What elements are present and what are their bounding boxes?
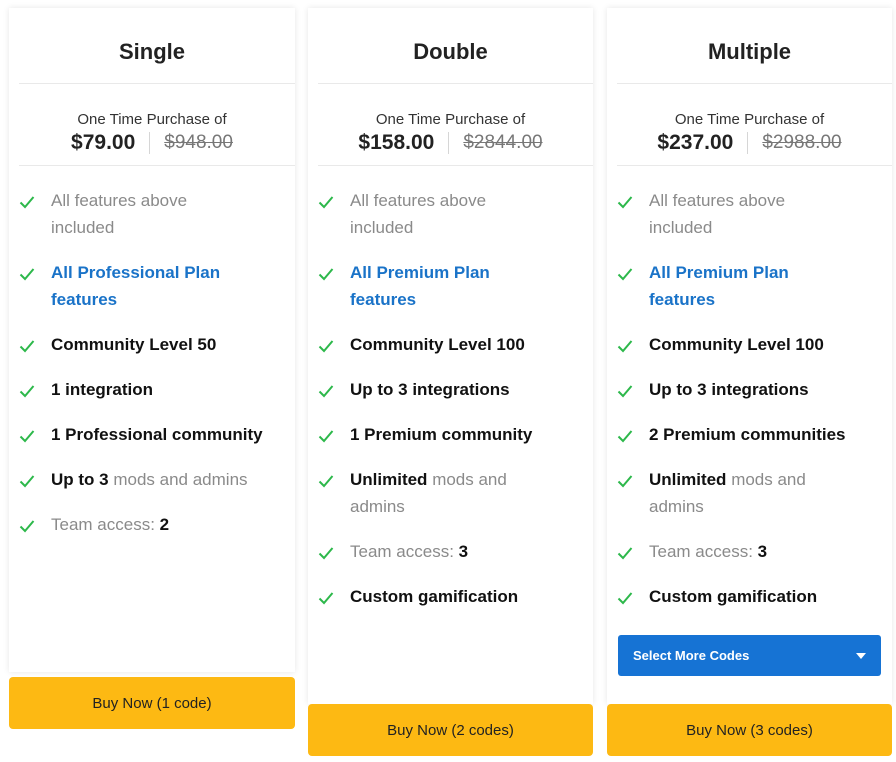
feature-item: Unlimited mods and admins xyxy=(318,470,587,520)
feature-item: Up to 3 mods and admins xyxy=(19,470,289,493)
check-icon xyxy=(617,547,633,560)
feature-item: All features above included xyxy=(318,191,587,241)
feature-item: Team access: 3 xyxy=(318,542,587,565)
caret-down-icon xyxy=(856,652,866,659)
check-icon xyxy=(318,268,334,281)
feature-item: Community Level 100 xyxy=(318,335,587,358)
buy-now-button[interactable]: Buy Now (3 codes) xyxy=(607,704,892,756)
price-row: $79.00 $948.00 xyxy=(9,130,295,156)
feature-item: 1 integration xyxy=(19,380,289,403)
feature-item: All Premium Plan features xyxy=(318,263,587,313)
check-icon xyxy=(318,340,334,353)
divider xyxy=(318,165,593,166)
divider xyxy=(19,165,295,166)
check-icon xyxy=(617,268,633,281)
check-icon xyxy=(19,268,35,281)
check-icon xyxy=(318,592,334,605)
check-icon xyxy=(19,475,35,488)
feature-item: 1 Professional community xyxy=(19,425,289,448)
price-separator xyxy=(448,132,450,154)
plan-card-single: Single One Time Purchase of $79.00 $948.… xyxy=(9,8,295,672)
check-icon xyxy=(617,475,633,488)
check-icon xyxy=(19,385,35,398)
check-icon xyxy=(318,196,334,209)
check-icon xyxy=(617,592,633,605)
price-label: One Time Purchase of xyxy=(674,111,825,128)
plan-title: Double xyxy=(413,39,488,64)
feature-item: Custom gamification xyxy=(318,587,587,610)
price-row: $158.00 $2844.00 xyxy=(308,130,593,156)
check-icon xyxy=(617,340,633,353)
feature-item: All features above included xyxy=(617,191,886,241)
feature-link[interactable]: All Premium Plan xyxy=(350,263,490,282)
check-icon xyxy=(19,340,35,353)
divider xyxy=(617,83,892,84)
feature-item: 2 Premium communities xyxy=(617,425,886,448)
check-icon xyxy=(318,430,334,443)
price-separator xyxy=(747,132,749,154)
feature-item: All Professional Plan features xyxy=(19,263,289,313)
feature-item: Community Level 100 xyxy=(617,335,886,358)
divider xyxy=(19,83,295,84)
buy-now-button[interactable]: Buy Now (1 code) xyxy=(9,677,295,729)
plan-title: Multiple xyxy=(707,39,792,64)
price-label: One Time Purchase of xyxy=(375,111,526,128)
select-label: Select More Codes xyxy=(633,648,750,663)
current-price: $237.00 xyxy=(657,131,734,154)
divider xyxy=(617,165,892,166)
price-separator xyxy=(149,132,151,154)
current-price: $79.00 xyxy=(71,131,136,154)
price-row: $237.00 $2988.00 xyxy=(607,130,892,156)
check-icon xyxy=(617,196,633,209)
buy-now-button[interactable]: Buy Now (2 codes) xyxy=(308,704,593,756)
original-price: $2988.00 xyxy=(762,132,842,153)
check-icon xyxy=(19,430,35,443)
feature-link[interactable]: All Premium Plan xyxy=(649,263,789,282)
check-icon xyxy=(19,520,35,533)
feature-item: Team access: 2 xyxy=(19,515,289,538)
feature-item: Up to 3 integrations xyxy=(617,380,886,403)
feature-item: Community Level 50 xyxy=(19,335,289,358)
check-icon xyxy=(318,385,334,398)
feature-item: All Premium Plan features xyxy=(617,263,886,313)
feature-link[interactable]: features xyxy=(649,290,715,309)
check-icon xyxy=(318,547,334,560)
feature-item: All features above included xyxy=(19,191,289,241)
feature-item: 1 Premium community xyxy=(318,425,587,448)
feature-item: Up to 3 integrations xyxy=(318,380,587,403)
feature-link[interactable]: features xyxy=(350,290,416,309)
check-icon xyxy=(617,385,633,398)
price-label: One Time Purchase of xyxy=(77,111,227,128)
divider xyxy=(318,83,593,84)
feature-link[interactable]: features xyxy=(51,290,117,309)
feature-item: Unlimited mods and admins xyxy=(617,470,886,520)
check-icon xyxy=(19,196,35,209)
plan-card-double: Double One Time Purchase of $158.00 $284… xyxy=(308,8,593,704)
current-price: $158.00 xyxy=(358,131,435,154)
select-more-codes-dropdown[interactable]: Select More Codes xyxy=(618,635,881,676)
original-price: $948.00 xyxy=(164,132,233,153)
check-icon xyxy=(318,475,334,488)
feature-item: Custom gamification xyxy=(617,587,886,610)
feature-item: Team access: 3 xyxy=(617,542,886,565)
original-price: $2844.00 xyxy=(463,132,543,153)
plan-card-multiple: Multiple One Time Purchase of $237.00 $2… xyxy=(607,8,892,704)
feature-link[interactable]: All Professional Plan xyxy=(51,263,220,282)
check-icon xyxy=(617,430,633,443)
plan-title: Single xyxy=(118,39,185,64)
